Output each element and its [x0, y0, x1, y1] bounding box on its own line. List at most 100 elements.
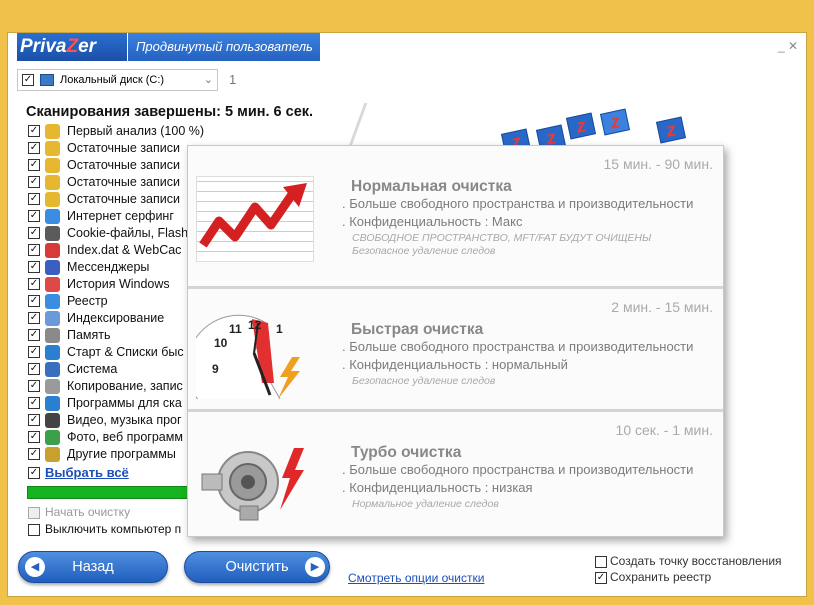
scan-item[interactable]: ✓ Реестр — [28, 293, 208, 310]
scan-item-checkbox[interactable]: ✓ — [28, 193, 40, 205]
warning-shield-icon — [45, 124, 60, 139]
chevron-down-icon[interactable]: ⌄ — [204, 70, 213, 90]
clock-number-12: 12 — [248, 318, 262, 332]
scan-item-checkbox[interactable]: ✓ — [28, 363, 40, 375]
warning-shield-icon — [45, 141, 60, 156]
scan-item-checkbox[interactable]: ✓ — [28, 329, 40, 341]
clean-label: Очистить — [225, 559, 289, 575]
hard-drive-icon — [40, 74, 54, 86]
normal-cleaning-time: 15 мин. - 90 мин. — [603, 156, 714, 172]
system-icon — [45, 362, 60, 377]
scan-item-checkbox[interactable]: ✓ — [28, 312, 40, 324]
scan-item-checkbox[interactable]: ✓ — [28, 227, 40, 239]
app-title: Продвинутый пользователь — [128, 33, 320, 61]
shutdown-label: Выключить компьютер п — [45, 522, 182, 536]
scan-item[interactable]: ✓ Остаточные записи — [28, 191, 208, 208]
scan-item[interactable]: ✓ Index.dat & WebCac — [28, 242, 208, 259]
history-chart-icon — [45, 277, 60, 292]
scan-item[interactable]: ✓ Старт & Списки быс — [28, 344, 208, 361]
scan-item-checkbox[interactable]: ✓ — [28, 142, 40, 154]
scan-item-checkbox[interactable]: ✓ — [28, 278, 40, 290]
drive-label: Локальный диск (C:) — [60, 74, 165, 86]
turbo-cleaning-line1: . Больше свободного пространства и произ… — [342, 462, 694, 477]
fast-cleaning-title: Быстрая очистка — [351, 321, 484, 338]
scan-item[interactable]: ✓ Видео, музыка прог — [28, 412, 208, 429]
normal-cleaning-note2: Безопасное удаление следов — [352, 245, 496, 257]
scan-item-label: Видео, музыка прог — [67, 413, 182, 427]
scan-item[interactable]: ✓ Индексирование — [28, 310, 208, 327]
start-cleaning-checkbox: ✓ — [28, 507, 40, 519]
scan-item-label: Другие программы — [67, 447, 176, 461]
scan-item-label: Cookie-файлы, Flash — [67, 226, 189, 240]
scan-item-checkbox[interactable]: ✓ — [28, 380, 40, 392]
fast-cleaning-option[interactable]: 2 мин. - 15 мин. 12 11 10 9 1 Быстрая оч… — [186, 289, 723, 420]
scan-item[interactable]: ✓ Мессенджеры — [28, 259, 208, 276]
rising-chart-icon — [196, 176, 314, 262]
normal-cleaning-title: Нормальная очистка — [351, 178, 512, 195]
scan-item-checkbox[interactable]: ✓ — [28, 448, 40, 460]
scan-item-checkbox[interactable]: ✓ — [28, 431, 40, 443]
scan-item[interactable]: ✓ Система — [28, 361, 208, 378]
back-button[interactable]: ◀ Назад — [18, 551, 168, 583]
globe-icon — [45, 209, 60, 224]
scan-item-label: Остаточные записи — [67, 192, 180, 206]
view-cleaning-options-link[interactable]: Смотреть опции очистки — [348, 571, 484, 585]
scan-item[interactable]: ✓ Остаточные записи — [28, 174, 208, 191]
normal-cleaning-option[interactable]: 15 мин. - 90 мин. Нормальная очистка . Б… — [188, 146, 723, 286]
fast-cleaning-time: 2 мин. - 15 мин. — [611, 299, 713, 315]
turbo-cleaning-line2: . Конфиденциальность : низкая — [342, 480, 533, 495]
scan-item[interactable]: ✓ Первый анализ (100 %) — [28, 123, 208, 140]
scan-item-label: Индексирование — [67, 311, 165, 325]
scan-item[interactable]: ✓ Остаточные записи — [28, 140, 208, 157]
normal-cleaning-line2: . Конфиденциальность : Макс — [342, 214, 523, 229]
scan-item[interactable]: ✓ Другие программы — [28, 446, 208, 463]
scan-item-checkbox[interactable]: ✓ — [28, 210, 40, 222]
scan-item[interactable]: ✓ Фото, веб программ — [28, 429, 208, 446]
scan-item-label: Копирование, запис — [67, 379, 183, 393]
restore-point-checkbox[interactable]: ✓ — [595, 556, 607, 568]
scan-item-checkbox[interactable]: ✓ — [28, 125, 40, 137]
save-registry-checkbox[interactable]: ✓ — [595, 572, 607, 584]
clock-number-9: 9 — [212, 362, 219, 376]
window-controls[interactable]: _ ✕ — [778, 39, 798, 53]
scan-item-checkbox[interactable]: ✓ — [28, 346, 40, 358]
main-window: PrivaZer Продвинутый пользователь _ ✕ ✓ … — [7, 32, 807, 597]
scan-item-checkbox[interactable]: ✓ — [28, 176, 40, 188]
scan-item-label: Index.dat & WebCac — [67, 243, 182, 257]
scan-item-checkbox[interactable]: ✓ — [28, 414, 40, 426]
scan-item-checkbox[interactable]: ✓ — [28, 397, 40, 409]
scan-item-label: Первый анализ (100 %) — [67, 124, 205, 138]
scan-item[interactable]: ✓ Копирование, запис — [28, 378, 208, 395]
scan-item-label: Остаточные записи — [67, 141, 180, 155]
scan-item-label: Реестр — [67, 294, 108, 308]
scan-status-header: Сканирования завершены: 5 мин. 6 сек. — [26, 104, 314, 120]
scan-item[interactable]: ✓ Память — [28, 327, 208, 344]
scan-item-label: Остаточные записи — [67, 175, 180, 189]
scan-item-checkbox[interactable]: ✓ — [28, 244, 40, 256]
save-registry-label: Сохранить реестр — [610, 570, 712, 584]
scan-item-label: Мессенджеры — [67, 260, 150, 274]
select-all-checkbox[interactable]: ✓ — [28, 467, 40, 479]
restore-point-label: Создать точку восстановления — [610, 554, 782, 568]
scan-item-checkbox[interactable]: ✓ — [28, 295, 40, 307]
scan-item[interactable]: ✓ Cookie-файлы, Flash — [28, 225, 208, 242]
app-logo: PrivaZer — [17, 33, 127, 61]
clock-number-10: 10 — [214, 336, 228, 350]
turbo-icon — [196, 438, 314, 524]
photo-icon — [45, 430, 60, 445]
scan-item[interactable]: ✓ Интернет серфинг — [28, 208, 208, 225]
target-icon — [45, 243, 60, 258]
scan-item-checkbox[interactable]: ✓ — [28, 261, 40, 273]
scan-item[interactable]: ✓ Остаточные записи — [28, 157, 208, 174]
drive-checkbox[interactable]: ✓ — [22, 74, 34, 86]
scan-item-label: Фото, веб программ — [67, 430, 183, 444]
shutdown-checkbox[interactable]: ✓ — [28, 524, 40, 536]
scan-item[interactable]: ✓ Программы для ска — [28, 395, 208, 412]
scan-item[interactable]: ✓ История Windows — [28, 276, 208, 293]
arrow-left-icon: ◀ — [25, 557, 45, 577]
turbo-cleaning-option[interactable]: 10 сек. - 1 мин. Турбо очистка . Больше … — [188, 412, 723, 536]
drive-selector[interactable]: ✓ Локальный диск (C:) ⌄ — [17, 69, 218, 91]
scan-item-checkbox[interactable]: ✓ — [28, 159, 40, 171]
select-all-link[interactable]: Выбрать всё — [45, 465, 129, 480]
clean-button[interactable]: Очистить ▶ — [184, 551, 330, 583]
